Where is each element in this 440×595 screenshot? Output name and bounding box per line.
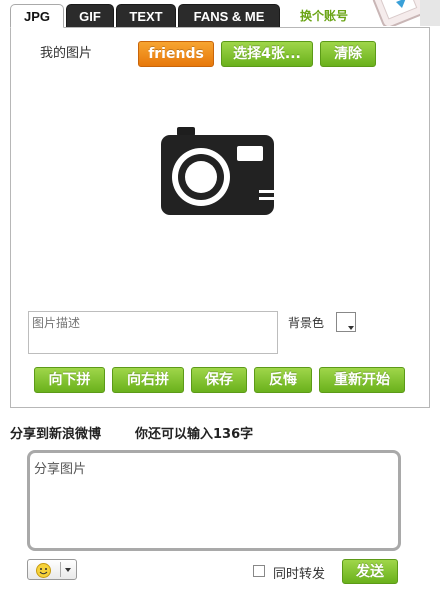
remaining-chars-text: 你还可以输入136字 <box>135 427 254 442</box>
tab-gif[interactable]: GIF <box>66 4 114 28</box>
tab-text[interactable]: TEXT <box>116 4 176 28</box>
send-button[interactable]: 发送 <box>342 559 398 584</box>
stitch-down-button[interactable]: 向下拼 <box>34 367 105 393</box>
repost-checkbox[interactable] <box>253 565 265 577</box>
save-button[interactable]: 保存 <box>191 367 247 393</box>
restart-button[interactable]: 重新开始 <box>319 367 405 393</box>
tab-bar: JPG GIF TEXT FANS & ME 换个账号 <box>0 0 440 30</box>
decorative-corner-icon <box>372 0 440 26</box>
camera-icon[interactable] <box>159 124 277 218</box>
emoji-picker-button[interactable] <box>27 559 77 580</box>
background-color-label: 背景色 <box>288 316 325 330</box>
my-pictures-label: 我的图片 <box>40 46 93 61</box>
background-color-picker[interactable] <box>336 312 356 332</box>
share-to-weibo-title: 分享到新浪微博 <box>10 427 102 442</box>
dropdown-arrow-icon <box>348 326 354 330</box>
share-text-input[interactable]: 分享图片 <box>27 450 401 551</box>
friends-button[interactable]: friends <box>138 41 214 67</box>
stitch-right-button[interactable]: 向右拼 <box>112 367 184 393</box>
image-description-input[interactable] <box>28 311 278 354</box>
chevron-down-icon <box>65 568 71 572</box>
smiley-icon <box>36 563 51 581</box>
tab-fans-and-me[interactable]: FANS & ME <box>178 4 280 28</box>
clear-button[interactable]: 清除 <box>320 41 376 67</box>
undo-button[interactable]: 反悔 <box>254 367 312 393</box>
select-images-button[interactable]: 选择4张... <box>221 41 313 67</box>
repost-label: 同时转发 <box>273 567 326 582</box>
image-editor-panel: 我的图片 friends 选择4张... 清除 背景色 向下拼 向右拼 保存 反… <box>10 27 430 408</box>
switch-account-link[interactable]: 换个账号 <box>300 7 348 24</box>
tab-jpg[interactable]: JPG <box>10 4 64 28</box>
emoji-button-divider <box>60 562 61 577</box>
